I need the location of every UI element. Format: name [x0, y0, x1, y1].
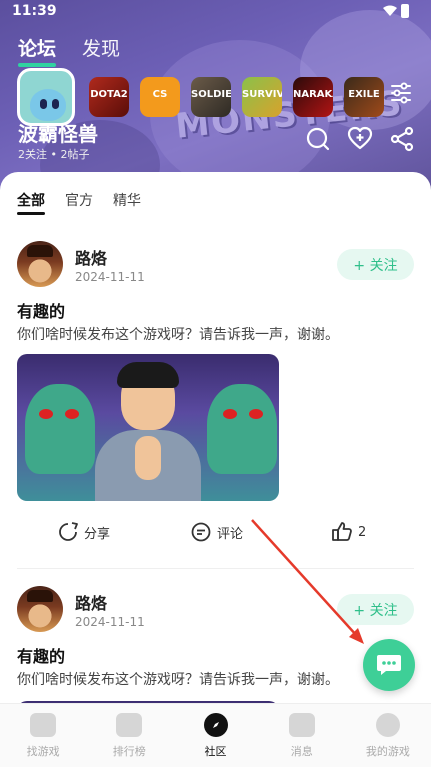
- follow-button[interactable]: + 关注: [337, 594, 414, 625]
- post-author[interactable]: 路烙: [75, 590, 107, 614]
- bottom-nav: 找游戏 排行榜 社区 消息 我的游戏: [0, 703, 431, 767]
- thumbs-up-icon: [332, 522, 352, 541]
- avatar[interactable]: [17, 586, 63, 632]
- nav-rankings[interactable]: 排行榜: [86, 704, 172, 767]
- naraka-icon[interactable]: NARAKA: [293, 77, 333, 117]
- share-label: 分享: [84, 526, 111, 542]
- tab-official[interactable]: 官方: [65, 190, 93, 215]
- share-action[interactable]: 分享: [57, 521, 110, 543]
- share-icon[interactable]: [389, 126, 415, 152]
- filter-icon[interactable]: [388, 80, 414, 106]
- post-actions: 分享 评论 2: [17, 521, 414, 545]
- search-icon[interactable]: [305, 126, 331, 152]
- post-title[interactable]: 有趣的: [17, 643, 65, 667]
- post-title[interactable]: 有趣的: [17, 298, 65, 322]
- profile-icon: [375, 713, 400, 737]
- tab-discover[interactable]: 发现: [82, 34, 120, 67]
- feed-panel: 全部 官方 精华 路烙 2024-11-11 + 关注 有趣的 你们啥时候发布这…: [0, 172, 431, 703]
- soldier-icon[interactable]: SOLDIER: [191, 77, 231, 117]
- poe-icon[interactable]: EXILE: [344, 77, 384, 117]
- nav-my-games[interactable]: 我的游戏: [345, 704, 431, 767]
- post-date: 2024-11-11: [75, 615, 145, 629]
- feed-tabs: 全部 官方 精华: [17, 190, 141, 215]
- post-date: 2024-11-11: [75, 270, 145, 284]
- post-card[interactable]: 路烙 2024-11-11 + 关注 有趣的 你们啥时候发布这个游戏呀？请告诉我…: [17, 241, 414, 561]
- tab-forum[interactable]: 论坛: [18, 34, 57, 67]
- wifi-icon: [383, 5, 397, 16]
- like-action[interactable]: 2: [331, 521, 366, 543]
- compass-icon: [203, 713, 228, 737]
- nav-messages[interactable]: 消息: [259, 704, 345, 767]
- message-icon: [288, 713, 315, 737]
- tab-featured[interactable]: 精华: [113, 190, 141, 215]
- ranking-icon: [116, 713, 143, 737]
- comment-action[interactable]: 评论: [190, 521, 243, 543]
- favorite-add-icon[interactable]: [347, 126, 373, 152]
- survival-icon[interactable]: SURVIVAL: [242, 77, 282, 117]
- like-count: 2: [358, 524, 367, 540]
- post-card[interactable]: 路烙 2024-11-11 + 关注 有趣的 你们啥时候发布这个游戏呀？请告诉我…: [17, 586, 414, 703]
- status-time: 11:39: [12, 3, 57, 19]
- chat-bubble-icon: [377, 655, 401, 675]
- post-image[interactable]: [17, 354, 279, 501]
- game-stats: 2关注 • 2帖子: [18, 148, 90, 161]
- post-author[interactable]: 路烙: [75, 245, 107, 269]
- nav-community[interactable]: 社区: [172, 704, 258, 767]
- nav-find-games[interactable]: 找游戏: [0, 704, 86, 767]
- gamepad-icon: [30, 713, 57, 737]
- post-body[interactable]: 你们啥时候发布这个游戏呀？请告诉我一声，谢谢。: [17, 324, 339, 344]
- comment-icon: [191, 522, 211, 542]
- dota-icon[interactable]: DOTA2: [89, 77, 129, 117]
- post-message-fab[interactable]: [363, 639, 415, 691]
- post-body[interactable]: 你们啥时候发布这个游戏呀？请告诉我一声，谢谢。: [17, 669, 339, 689]
- status-bar: 11:39: [0, 0, 431, 24]
- avatar[interactable]: [17, 241, 63, 287]
- top-tabs: 论坛 发现: [18, 34, 120, 67]
- battery-icon: [401, 4, 409, 18]
- share-arrow-icon: [59, 522, 78, 541]
- tab-all[interactable]: 全部: [17, 190, 45, 215]
- cs-icon[interactable]: CS: [140, 77, 180, 117]
- follow-button[interactable]: + 关注: [337, 249, 414, 280]
- post-divider: [17, 568, 414, 569]
- game-header-banner: MONSTERS 11:39 论坛 发现 DOTA2 CS SOLDIER SU…: [0, 0, 431, 200]
- comment-label: 评论: [217, 526, 244, 542]
- game-title: 波霸怪兽: [18, 122, 98, 146]
